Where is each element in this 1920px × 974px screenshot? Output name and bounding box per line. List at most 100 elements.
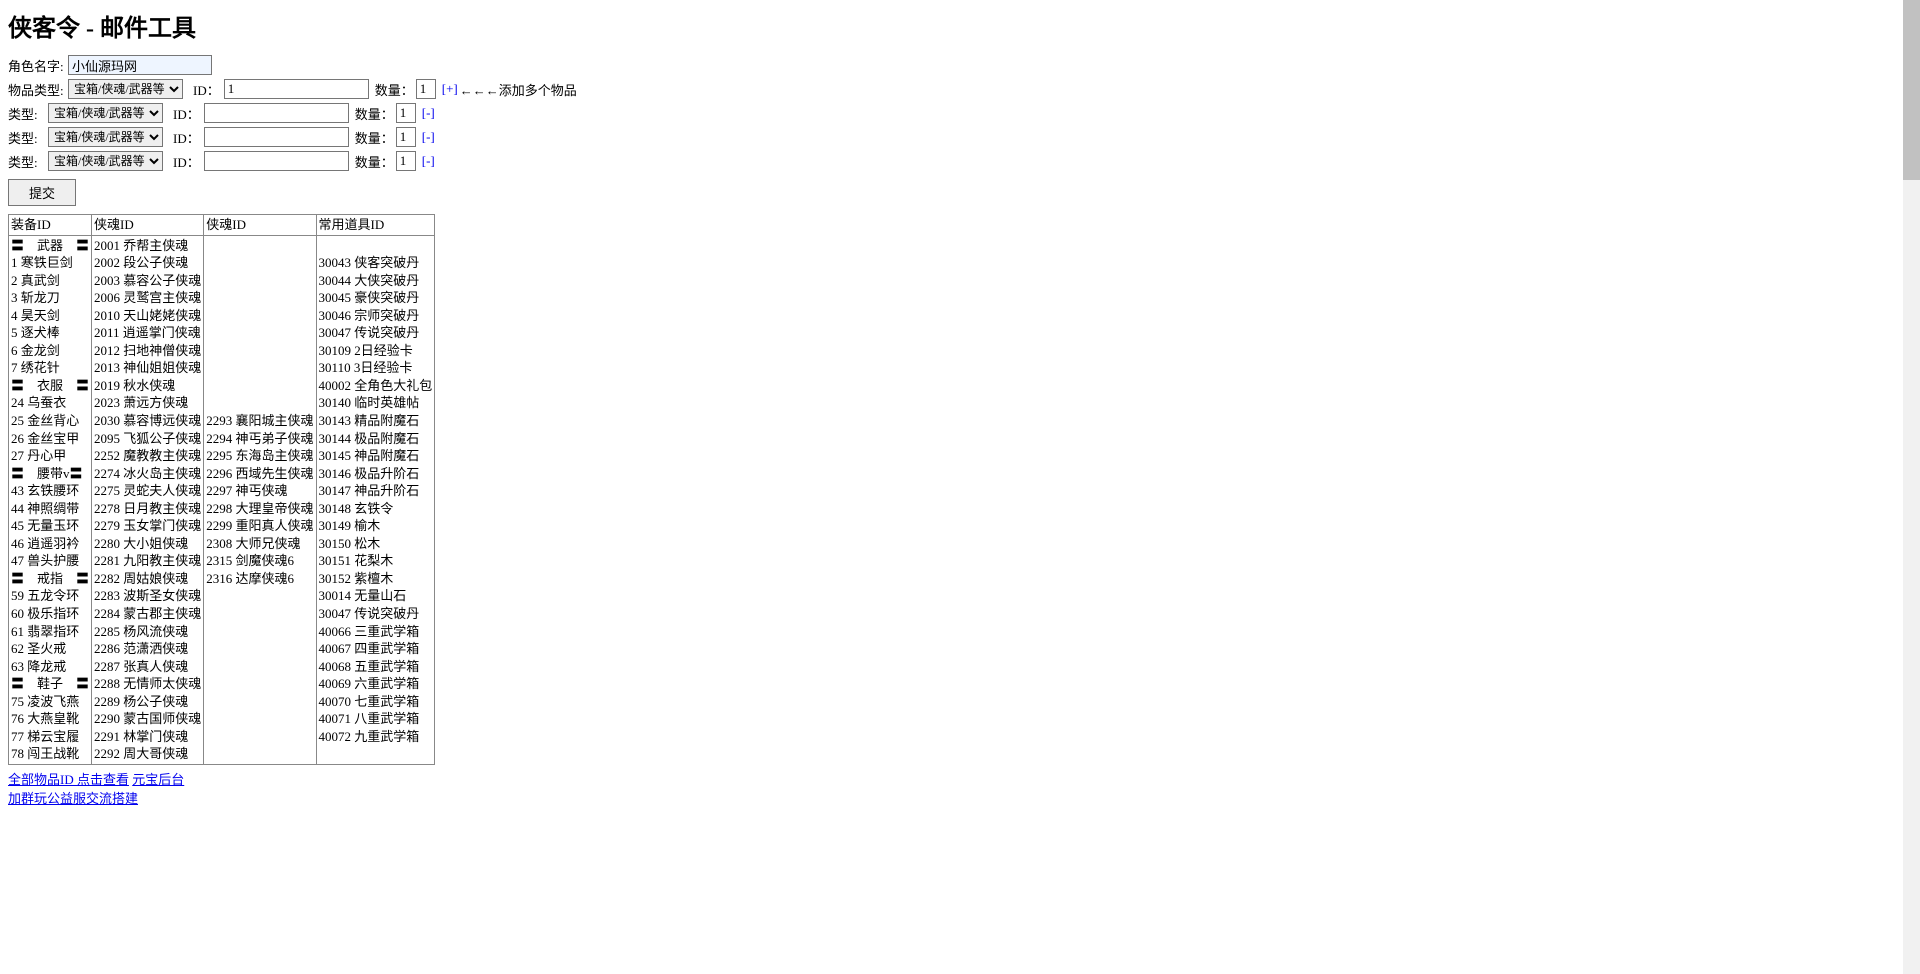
cell-line: 2280 大小姐侠魂 — [94, 535, 201, 553]
cell-line: 2010 天山姥姥侠魂 — [94, 307, 201, 325]
cell-line: 〓 腰带v〓 — [11, 465, 89, 483]
cell-line: 6 金龙剑 — [11, 342, 89, 360]
yuanbao-link[interactable]: 元宝后台 — [132, 772, 184, 787]
qty-input[interactable] — [416, 79, 436, 99]
cell-line: 〓 鞋子 〓 — [11, 675, 89, 693]
cell-line: 2292 周大哥侠魂 — [94, 745, 201, 763]
item-row-0: 物品类型:宝箱/侠魂/武器等 ID： 数量： [+]←←←添加多个物品 — [8, 79, 1912, 99]
cell-line: 30046 宗师突破丹 — [319, 307, 433, 325]
cell-line: 60 极乐指环 — [11, 605, 89, 623]
cell-line: 2298 大理皇帝侠魂 — [206, 500, 313, 518]
cell-line: 2279 玉女掌门侠魂 — [94, 517, 201, 535]
id-input[interactable] — [204, 151, 349, 171]
cell-line: 2288 无情师太侠魂 — [94, 675, 201, 693]
cell-line: 30140 临时英雄帖 — [319, 394, 433, 412]
cell-line: 2315 剑魔侠魂6 — [206, 552, 313, 570]
cell-line: 25 金丝背心 — [11, 412, 89, 430]
cell-line: 40071 八重武学箱 — [319, 710, 433, 728]
cell-line: 2293 襄阳城主侠魂 — [206, 412, 313, 430]
cell-line — [206, 640, 313, 658]
cell-line: 78 闯王战靴 — [11, 745, 89, 763]
cell-line: 26 金丝宝甲 — [11, 430, 89, 448]
col-cell-3: 30043 侠客突破丹30044 大侠突破丹30045 豪侠突破丹30046 宗… — [316, 235, 435, 764]
footer-links: 全部物品ID 点击查看 元宝后台 加群玩公益服交流搭建 — [8, 769, 1912, 807]
qty-input[interactable] — [396, 127, 416, 147]
group-link[interactable]: 加群玩公益服交流搭建 — [8, 791, 138, 806]
cell-line: 2095 飞狐公子侠魂 — [94, 430, 201, 448]
cell-line: 〓 戒指 〓 — [11, 570, 89, 588]
qty-label: 数量： — [375, 80, 414, 99]
cell-line: 2284 蒙古郡主侠魂 — [94, 605, 201, 623]
type-select[interactable]: 宝箱/侠魂/武器等 — [48, 127, 163, 147]
type-label: 类型: — [8, 104, 48, 123]
cell-line: 44 神照绸带 — [11, 500, 89, 518]
cell-line: 24 乌蚕衣 — [11, 394, 89, 412]
cell-line: 2030 慕容博远侠魂 — [94, 412, 201, 430]
cell-line: 2001 乔帮主侠魂 — [94, 237, 201, 255]
cell-line — [206, 693, 313, 711]
remove-item-link[interactable]: [-] — [422, 153, 435, 169]
cell-line: 7 绣花针 — [11, 359, 89, 377]
col-cell-2: 2293 襄阳城主侠魂2294 神丐弟子侠魂2295 东海岛主侠魂2296 西域… — [204, 235, 316, 764]
type-select[interactable]: 宝箱/侠魂/武器等 — [48, 103, 163, 123]
cell-line: 47 兽头护腰 — [11, 552, 89, 570]
id-label: ID： — [173, 128, 200, 147]
all-items-link[interactable]: 全部物品ID 点击查看 — [8, 772, 129, 787]
qty-input[interactable] — [396, 103, 416, 123]
scrollbar-thumb[interactable] — [1903, 0, 1920, 180]
cell-line: 2282 周姑娘侠魂 — [94, 570, 201, 588]
id-input[interactable] — [204, 127, 349, 147]
cell-line: 2290 蒙古国师侠魂 — [94, 710, 201, 728]
cell-line: 2316 达摩侠魂6 — [206, 570, 313, 588]
scrollbar[interactable] — [1903, 0, 1920, 974]
add-item-link[interactable]: [+] — [442, 81, 458, 97]
cell-line: 30147 神品升阶石 — [319, 482, 433, 500]
cell-line: 5 逐犬棒 — [11, 324, 89, 342]
submit-button[interactable]: 提交 — [8, 179, 76, 206]
cell-line: 40069 六重武学箱 — [319, 675, 433, 693]
cell-line — [206, 289, 313, 307]
add-hint: ←←←添加多个物品 — [460, 80, 577, 99]
item-row-2: 类型:宝箱/侠魂/武器等ID：数量：[-] — [8, 127, 1912, 147]
cell-line: 4 昊天剑 — [11, 307, 89, 325]
id-label: ID： — [173, 152, 200, 171]
cell-line: 2003 慕容公子侠魂 — [94, 272, 201, 290]
page-title: 侠客令 - 邮件工具 — [8, 8, 1912, 43]
cell-line: 30150 松木 — [319, 535, 433, 553]
id-input[interactable] — [204, 103, 349, 123]
remove-item-link[interactable]: [-] — [422, 105, 435, 121]
cell-line: 40066 三重武学箱 — [319, 623, 433, 641]
cell-line — [206, 710, 313, 728]
role-input[interactable] — [68, 55, 212, 75]
qty-input[interactable] — [396, 151, 416, 171]
cell-line: 30144 极品附魔石 — [319, 430, 433, 448]
cell-line: 〓 武器 〓 — [11, 237, 89, 255]
id-input[interactable] — [224, 79, 369, 99]
cell-line — [206, 272, 313, 290]
cell-line: 62 圣火戒 — [11, 640, 89, 658]
cell-line: 30143 精品附魔石 — [319, 412, 433, 430]
type-select[interactable]: 宝箱/侠魂/武器等 — [68, 79, 183, 99]
cell-line — [206, 394, 313, 412]
col-header-0: 装备ID — [9, 215, 92, 236]
cell-line — [206, 359, 313, 377]
cell-line: 2285 杨风流侠魂 — [94, 623, 201, 641]
cell-line: 40002 全角色大礼包 — [319, 377, 433, 395]
remove-item-link[interactable]: [-] — [422, 129, 435, 145]
type-label: 物品类型: — [8, 80, 68, 99]
type-select[interactable]: 宝箱/侠魂/武器等 — [48, 151, 163, 171]
cell-line: 40068 五重武学箱 — [319, 658, 433, 676]
cell-line: 30146 极品升阶石 — [319, 465, 433, 483]
role-row: 角色名字: — [8, 55, 1912, 75]
id-label: ID： — [193, 80, 220, 99]
cell-line: 2296 西域先生侠魂 — [206, 465, 313, 483]
type-label: 类型: — [8, 152, 48, 171]
cell-line — [206, 254, 313, 272]
cell-line: 76 大燕皇靴 — [11, 710, 89, 728]
col-cell-0: 〓 武器 〓1 寒铁巨剑2 真武剑3 斩龙刀4 昊天剑5 逐犬棒6 金龙剑7 绣… — [9, 235, 92, 764]
cell-line: 46 逍遥羽衿 — [11, 535, 89, 553]
role-label: 角色名字: — [8, 56, 68, 75]
cell-line: 30047 传说突破丹 — [319, 324, 433, 342]
cell-line: 43 玄铁腰环 — [11, 482, 89, 500]
cell-line: 63 降龙戒 — [11, 658, 89, 676]
